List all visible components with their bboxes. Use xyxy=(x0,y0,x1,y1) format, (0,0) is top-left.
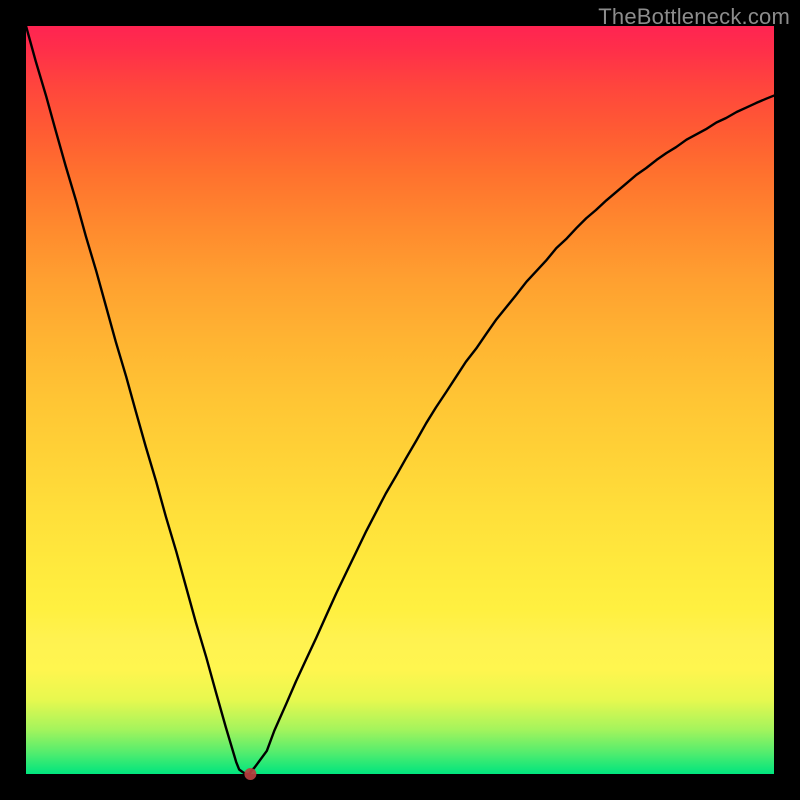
plot-area xyxy=(26,26,774,774)
chart-frame: TheBottleneck.com xyxy=(0,0,800,800)
watermark-text: TheBottleneck.com xyxy=(598,4,790,30)
bottleneck-curve-svg xyxy=(26,26,774,774)
minimum-marker xyxy=(244,768,256,780)
bottleneck-curve-path xyxy=(26,26,774,774)
